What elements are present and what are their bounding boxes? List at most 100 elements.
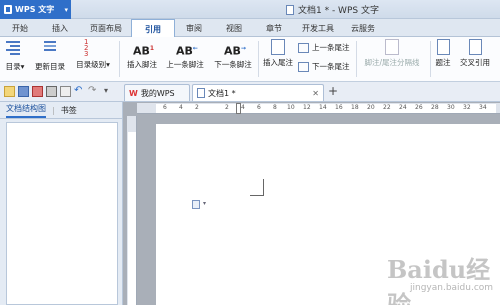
tab-section[interactable]: 章节 [260, 21, 288, 37]
wps-logo-icon [4, 5, 12, 14]
insert-footnote-label: 插入脚注 [127, 60, 157, 69]
undo-icon[interactable]: ↶ [74, 86, 85, 97]
app-name: WPS 文字 [15, 5, 55, 14]
insert-endnote-button[interactable]: 插入尾注 [261, 39, 295, 68]
ruler-number: 26 [415, 104, 423, 111]
print-icon[interactable] [46, 86, 57, 97]
separator [258, 41, 259, 77]
window-title-text: 文档1 * - WPS 文字 [298, 6, 379, 16]
window-title: 文档1 * - WPS 文字 [286, 3, 379, 16]
ruler-number: 20 [367, 104, 375, 111]
footnote-separator-label: 脚注/尾注分隔线 [364, 58, 420, 67]
ruler-number: 28 [431, 104, 439, 111]
next-footnote-button[interactable]: AB→ 下一条脚注 [210, 39, 256, 70]
next-endnote-icon [298, 61, 309, 72]
chevron-down-icon: ▾ [20, 62, 25, 71]
update-toc-button[interactable]: 更新目录 [32, 39, 68, 72]
ribbon: 目录▾ 更新目录 123 目录级别▾ AB1 插入脚注 AB← 上一条脚注 AB… [0, 37, 500, 82]
chevron-down-icon: ▾ [106, 60, 110, 69]
nav-divider: | [52, 105, 55, 115]
ruler-number: 12 [303, 104, 311, 111]
footnote-icon: AB1 [133, 44, 155, 58]
prev-endnote-icon [298, 42, 309, 53]
next-endnote-label: 下一条尾注 [312, 62, 350, 71]
save-icon[interactable] [18, 86, 29, 97]
ruler-number: 24 [399, 104, 407, 111]
export-pdf-icon[interactable] [32, 86, 43, 97]
toc-level-icon: 123 [84, 38, 89, 58]
ruler-number: 32 [463, 104, 471, 111]
margin-corner-mark [250, 179, 264, 196]
tab-document[interactable]: 文档1 * ✕ [192, 84, 324, 101]
tab-bookmark[interactable]: 书签 [61, 105, 77, 116]
update-toc-icon [41, 41, 59, 59]
chevron-down-icon[interactable]: ▾ [104, 86, 115, 97]
vertical-ruler[interactable] [127, 116, 137, 305]
footnote-separator-button[interactable]: 脚注/尾注分隔线 [358, 39, 426, 68]
prev-endnote-label: 上一条尾注 [312, 43, 350, 52]
ruler-number: 6 [163, 104, 167, 111]
ruler-number: 4 [241, 104, 245, 111]
next-endnote-button[interactable]: 下一条尾注 [298, 61, 350, 72]
separator [356, 41, 357, 77]
toc-level-button[interactable]: 123 目录级别▾ [72, 39, 114, 70]
outline-panel [6, 122, 118, 305]
cross-reference-label: 交叉引用 [460, 58, 490, 67]
tab-view[interactable]: 视图 [220, 21, 248, 37]
menu-tabs: 开始 插入 页面布局 引用 审阅 视图 章节 开发工具 云服务 [0, 19, 500, 38]
tab-home[interactable]: 开始 [6, 21, 34, 37]
ruler-number: 2 [195, 104, 199, 111]
ruler-text-area [128, 132, 136, 305]
ruler-number: 30 [447, 104, 455, 111]
cross-reference-button[interactable]: 交叉引用 [456, 39, 494, 68]
ruler-number: 14 [319, 104, 327, 111]
tab-cloud[interactable]: 云服务 [345, 21, 381, 37]
ruler-number: 34 [479, 104, 487, 111]
insert-endnote-label: 插入尾注 [263, 58, 293, 67]
document-icon [286, 4, 294, 15]
toc-label: 目录 [5, 62, 21, 71]
ruler-number: 16 [335, 104, 343, 111]
tab-review[interactable]: 审阅 [180, 21, 208, 37]
separator [430, 41, 431, 77]
tab-my-wps[interactable]: W 我的WPS [124, 84, 190, 101]
caption-label: 题注 [435, 58, 451, 67]
paste-options-icon[interactable] [192, 200, 200, 209]
navigation-pane: 文档结构图 | 书签 [0, 102, 123, 305]
close-icon[interactable]: ✕ [312, 89, 319, 98]
next-footnote-icon: AB→ [224, 44, 246, 58]
redo-icon[interactable]: ↷ [88, 86, 99, 97]
ruler-number: 2 [225, 104, 229, 111]
endnote-icon [271, 39, 285, 55]
separator [119, 41, 120, 77]
print-preview-icon[interactable] [60, 86, 71, 97]
tab-page-layout[interactable]: 页面布局 [86, 21, 126, 37]
update-toc-label: 更新目录 [35, 62, 65, 71]
ruler-number: 8 [273, 104, 277, 111]
tab-references[interactable]: 引用 [131, 19, 175, 38]
caption-icon [436, 39, 450, 55]
tab-insert[interactable]: 插入 [46, 21, 74, 37]
chevron-down-icon[interactable]: ▾ [203, 200, 206, 207]
tab-developer[interactable]: 开发工具 [298, 21, 338, 37]
prev-footnote-label: 上一条脚注 [166, 60, 204, 69]
ruler-number: 10 [287, 104, 295, 111]
open-folder-icon[interactable] [4, 86, 15, 97]
new-tab-icon[interactable]: + [328, 85, 339, 97]
nav-tabs: 文档结构图 | 书签 [0, 102, 122, 119]
prev-endnote-button[interactable]: 上一条尾注 [298, 42, 350, 53]
caption-button[interactable]: 题注 [432, 39, 454, 68]
toc-button[interactable]: 目录▾ [2, 39, 28, 72]
app-menu-button[interactable]: WPS 文字 ▾ [0, 0, 71, 19]
my-wps-label: 我的WPS [140, 88, 175, 98]
horizontal-ruler[interactable]: 6 4 2 2 4 6 8 10 12 14 16 18 20 22 24 26… [137, 103, 500, 114]
prev-footnote-button[interactable]: AB← 上一条脚注 [163, 39, 207, 70]
insert-footnote-button[interactable]: AB1 插入脚注 [124, 39, 160, 70]
indent-marker-icon[interactable] [236, 103, 241, 114]
separator-line-icon [385, 39, 399, 55]
cross-reference-icon [468, 39, 482, 55]
quick-access-bar: ↶ ↷ ▾ W 我的WPS 文档1 * ✕ + [0, 82, 500, 102]
tab-document-outline[interactable]: 文档结构图 [6, 102, 46, 118]
prev-footnote-icon: AB← [176, 44, 198, 58]
watermark-subtitle: jingyan.baidu.com [410, 283, 494, 293]
